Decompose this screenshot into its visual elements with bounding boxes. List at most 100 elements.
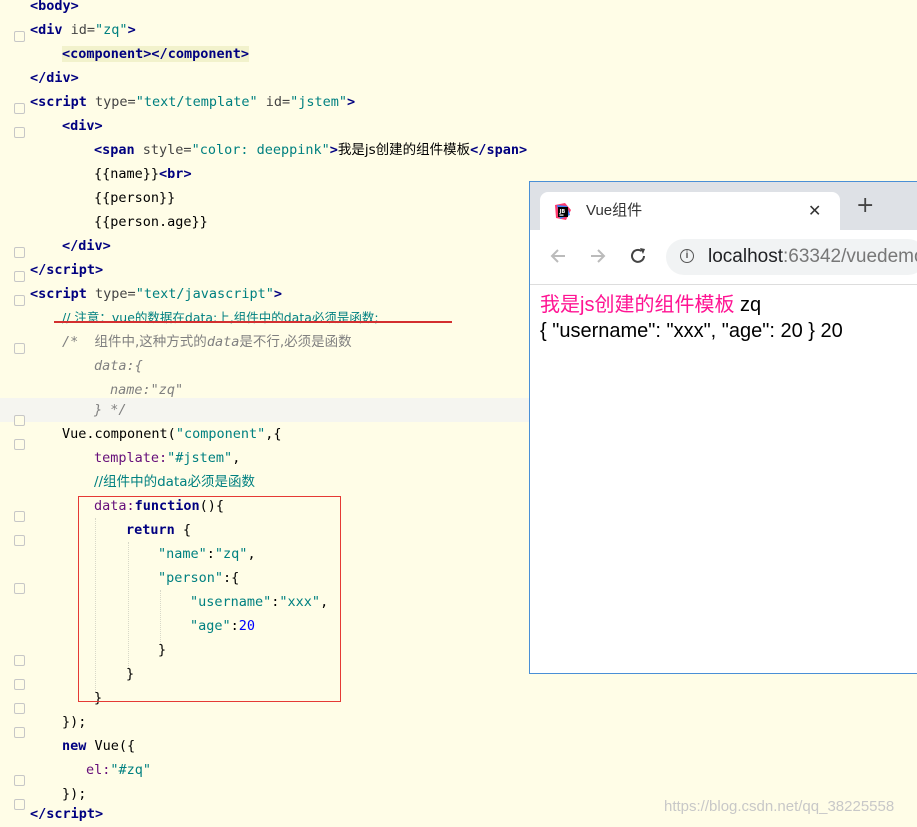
code-token: > — [95, 806, 104, 822]
reload-icon[interactable] — [628, 246, 648, 266]
code-token: < — [62, 118, 71, 134]
code-token: div — [38, 22, 63, 38]
code-token: data — [206, 334, 240, 350]
url-host: localhost — [708, 246, 783, 267]
browser-window[interactable]: JB Vue组件 ✕ + i localhost:63342/vuedemo 我… — [529, 181, 917, 674]
code-token: div — [70, 118, 95, 134]
code-token: > — [240, 46, 249, 62]
code-line: {{name}}<br> — [94, 162, 192, 186]
code-line: <div id="zq"> — [30, 18, 136, 42]
red-box-annotation — [78, 496, 341, 702]
code-line: </div> — [62, 234, 111, 258]
fold-marker[interactable] — [14, 775, 25, 786]
info-icon[interactable]: i — [680, 249, 694, 263]
code-token: 我是js创建的组件模板 — [337, 142, 471, 158]
code-token: > — [70, 70, 79, 86]
rendered-line-2: { "username": "xxx", "age": 20 } 20 — [540, 318, 843, 344]
code-token: "#zq" — [110, 762, 152, 778]
fold-marker[interactable] — [14, 703, 25, 714]
fold-marker[interactable] — [14, 439, 25, 450]
code-token: "jstem" — [290, 94, 348, 110]
code-token: Vue({ — [86, 738, 136, 754]
code-token: span — [486, 142, 519, 158]
fold-marker[interactable] — [14, 271, 25, 282]
back-arrow-icon[interactable] — [548, 246, 568, 266]
code-line: <body> — [30, 0, 79, 18]
code-token: < — [62, 46, 71, 62]
code-token: }); — [62, 714, 87, 730]
code-line: </script> — [30, 802, 103, 826]
fold-marker[interactable] — [14, 415, 25, 426]
code-token: new — [62, 738, 87, 754]
fold-marker[interactable] — [14, 103, 25, 114]
code-token: {{name}} — [94, 166, 160, 182]
close-icon[interactable]: ✕ — [808, 192, 821, 230]
code-token: </ — [30, 806, 47, 822]
fold-marker[interactable] — [14, 727, 25, 738]
browser-tab[interactable]: JB Vue组件 ✕ — [540, 192, 840, 230]
code-token: script — [46, 262, 96, 278]
code-token: body — [38, 0, 71, 14]
code-token: ( — [167, 426, 176, 442]
code-token: > — [518, 142, 528, 158]
code-token: </ — [30, 262, 47, 278]
code-token: "text/template" — [135, 94, 258, 110]
code-token: data:{ — [94, 358, 143, 374]
code-line: {{person}} — [94, 186, 175, 210]
jetbrains-favicon-icon: JB — [555, 203, 571, 220]
code-line: el:"#zq" — [86, 758, 151, 782]
code-token: script — [38, 94, 87, 110]
code-line: template:"#jstem", — [94, 446, 240, 470]
code-line: new Vue({ — [62, 734, 135, 758]
code-token: "#jstem" — [167, 450, 233, 466]
code-token: id= — [257, 94, 291, 110]
code-token: 组件中,这种方式的 — [94, 334, 207, 350]
code-token: Vue. — [62, 426, 95, 442]
fold-marker[interactable] — [14, 343, 25, 354]
fold-marker[interactable] — [14, 511, 25, 522]
code-token: type= — [86, 286, 136, 302]
code-token: ></ — [143, 46, 168, 62]
code-line: //组件中的data必须是函数 — [94, 470, 255, 494]
code-line: } */ — [94, 398, 127, 422]
code-token: < — [30, 0, 39, 14]
code-line: <span style="color: deeppink">我是js创建的组件模… — [94, 138, 527, 162]
editor-gutter — [0, 0, 30, 827]
code-token: </ — [30, 70, 47, 86]
code-token: script — [46, 806, 96, 822]
rendered-person: { "username": "xxx", "age": 20 } — [540, 320, 815, 342]
code-token: script — [38, 286, 87, 302]
code-token: > — [127, 22, 136, 38]
url-text: localhost:63342/vuedemo — [708, 239, 917, 275]
browser-toolbar: i localhost:63342/vuedemo — [530, 230, 917, 285]
fold-marker[interactable] — [14, 583, 25, 594]
fold-marker[interactable] — [14, 799, 25, 810]
code-token: "text/javascript" — [135, 286, 274, 302]
fold-marker[interactable] — [14, 655, 25, 666]
code-line: {{person.age}} — [94, 210, 208, 234]
code-token: < — [159, 166, 168, 182]
code-line: Vue.component("component",{ — [62, 422, 281, 446]
code-token: br — [167, 166, 184, 182]
code-token: > — [102, 238, 111, 254]
code-token: < — [94, 142, 103, 158]
code-line: <script type="text/template" id="jstem"> — [30, 90, 355, 114]
fold-marker[interactable] — [14, 295, 25, 306]
address-bar[interactable]: i localhost:63342/vuedemo — [666, 239, 917, 275]
fold-marker[interactable] — [14, 247, 25, 258]
new-tab-icon[interactable]: + — [856, 194, 874, 218]
forward-arrow-icon[interactable] — [588, 246, 608, 266]
code-line: <div> — [62, 114, 103, 138]
fold-marker[interactable] — [14, 679, 25, 690]
fold-marker[interactable] — [14, 127, 25, 138]
code-token: "color: deeppink" — [191, 142, 330, 158]
fold-marker[interactable] — [14, 535, 25, 546]
code-line: /* 组件中,这种方式的data是不行,必须是函数 — [62, 330, 352, 354]
fold-marker[interactable] — [14, 31, 25, 42]
code-token: //组件中的data必须是函数 — [94, 474, 256, 490]
code-token: component — [70, 46, 144, 62]
code-token: template: — [94, 450, 168, 466]
tab-title: Vue组件 — [586, 202, 643, 219]
code-token: span — [102, 142, 135, 158]
code-token: el: — [86, 762, 111, 778]
